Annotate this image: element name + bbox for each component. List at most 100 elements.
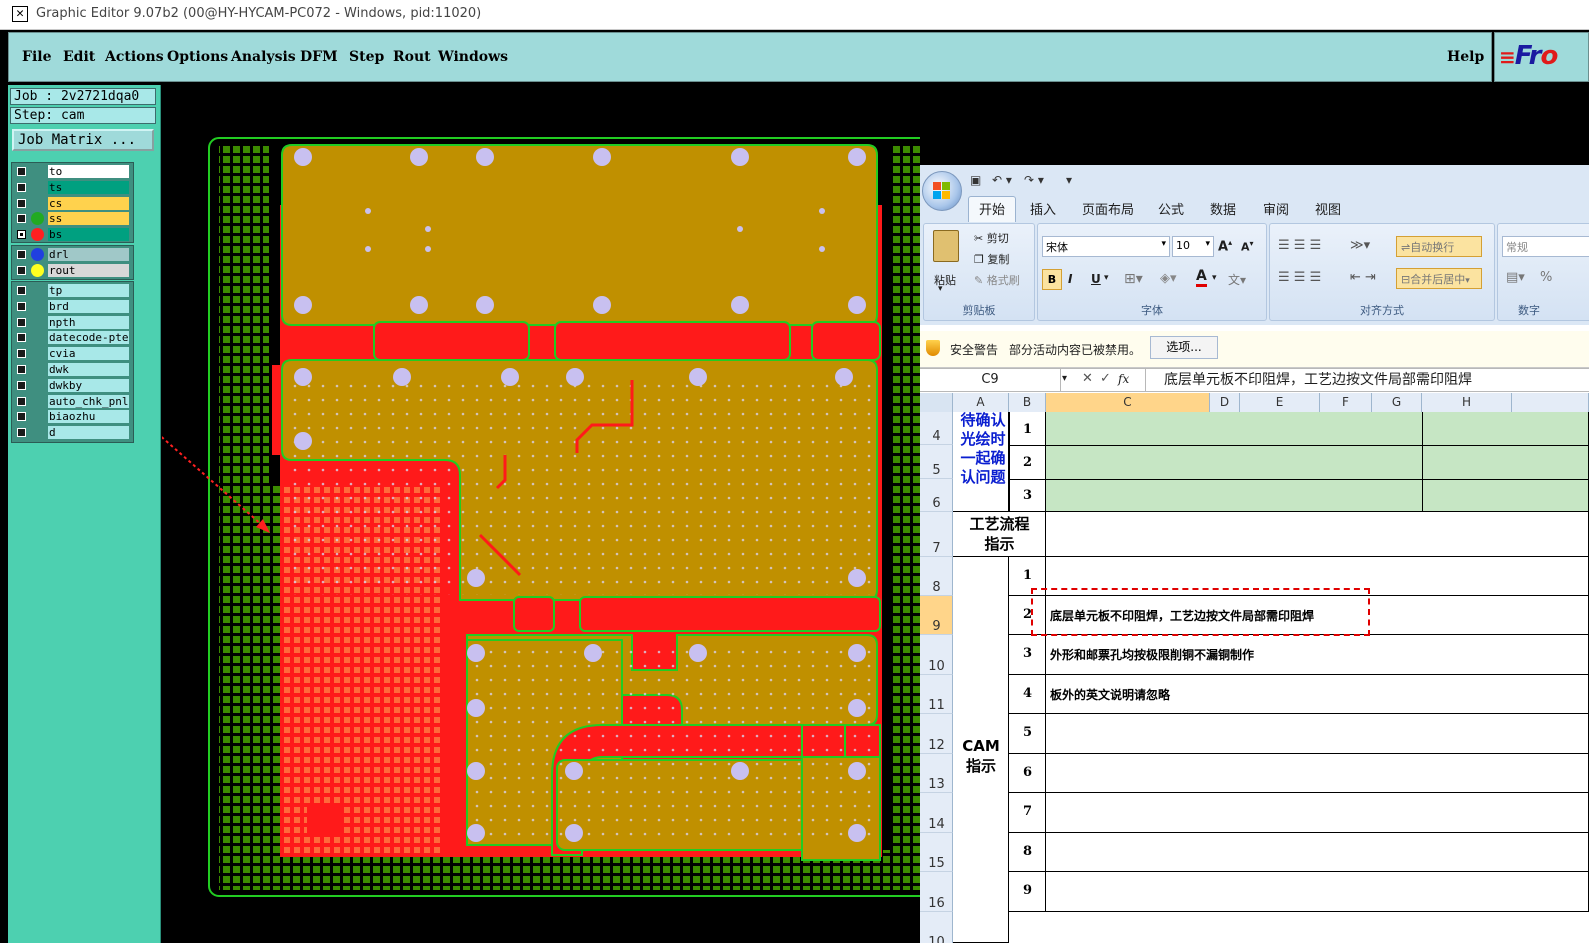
- redo-icon[interactable]: ↷ ▾: [1024, 173, 1044, 187]
- menu-help[interactable]: Help: [1447, 49, 1484, 65]
- undo-icon[interactable]: ↶ ▾: [992, 173, 1012, 187]
- italic-button[interactable]: I: [1068, 272, 1072, 286]
- tab-review[interactable]: 审阅: [1263, 199, 1289, 218]
- phonetic-icon[interactable]: 文▾: [1228, 271, 1246, 288]
- layer-name[interactable]: auto_chk_pnl: [48, 394, 129, 408]
- tab-insert[interactable]: 插入: [1030, 199, 1056, 218]
- layer-name[interactable]: drl: [48, 248, 129, 261]
- menu-edit[interactable]: Edit: [63, 49, 95, 65]
- merge-center-button[interactable]: ⊟合并后居中▾: [1396, 268, 1482, 289]
- layer-row-drl[interactable]: drl: [12, 247, 133, 262]
- process-value-cell[interactable]: [1046, 512, 1589, 557]
- layer-row-bs[interactable]: bs: [12, 227, 133, 242]
- tab-view[interactable]: 视图: [1315, 199, 1341, 218]
- layer-row-ts[interactable]: ts: [12, 180, 133, 195]
- customize-qat-icon[interactable]: ▾: [1066, 173, 1072, 187]
- tab-home[interactable]: 开始: [968, 196, 1017, 222]
- layer-row-dwkby[interactable]: dwkby: [12, 378, 133, 393]
- layer-row-cvia[interactable]: cvia: [12, 346, 133, 361]
- office-button[interactable]: [922, 171, 962, 211]
- layer-name[interactable]: to: [48, 165, 129, 178]
- row-header[interactable]: 14: [920, 793, 953, 833]
- layer-row-to[interactable]: to: [12, 164, 133, 179]
- layer-checkbox[interactable]: [17, 428, 26, 438]
- cut-button[interactable]: ✂ 剪切: [974, 230, 1009, 246]
- layer-name[interactable]: d: [48, 426, 129, 440]
- font-color-icon[interactable]: A: [1196, 269, 1207, 287]
- row-header[interactable]: 9: [920, 596, 953, 635]
- layer-checkbox[interactable]: [17, 396, 26, 406]
- col-header-d[interactable]: D: [1210, 393, 1240, 412]
- layer-checkbox[interactable]: [17, 333, 26, 343]
- confirm-entry-icon[interactable]: ✓: [1100, 371, 1111, 386]
- row-header[interactable]: 11: [920, 675, 953, 714]
- layer-row-brd[interactable]: brd: [12, 299, 133, 314]
- formula-input[interactable]: 底层单元板不印阻焊，工艺边按文件局部需印阻焊: [1145, 369, 1589, 391]
- layer-checkbox[interactable]: [17, 380, 26, 390]
- col-header-g[interactable]: G: [1372, 393, 1422, 412]
- fill-color-icon[interactable]: ◈▾: [1160, 271, 1177, 286]
- function-icon[interactable]: fx: [1118, 372, 1129, 386]
- row-header[interactable]: 7: [920, 512, 953, 557]
- row-header[interactable]: 4: [920, 412, 953, 445]
- layer-row-cs[interactable]: cs: [12, 196, 133, 211]
- currency-icon[interactable]: ▤▾: [1506, 270, 1525, 285]
- tab-data[interactable]: 数据: [1210, 199, 1236, 218]
- layer-name[interactable]: cvia: [48, 347, 129, 361]
- menu-step[interactable]: Step: [349, 49, 384, 65]
- layer-name[interactable]: biaozhu: [48, 410, 129, 424]
- col-header-e[interactable]: E: [1240, 393, 1320, 412]
- col-header-a[interactable]: A: [953, 393, 1009, 412]
- layer-name[interactable]: rout: [48, 263, 129, 277]
- layer-row-ss[interactable]: ss: [12, 211, 133, 226]
- cancel-entry-icon[interactable]: ✕: [1082, 371, 1093, 386]
- layer-checkbox[interactable]: [17, 301, 26, 311]
- tab-formulas[interactable]: 公式: [1158, 199, 1184, 218]
- shrink-font-icon[interactable]: A▾: [1241, 239, 1254, 254]
- orientation-icon[interactable]: ≫▾: [1350, 238, 1370, 253]
- layer-row-biaozhu[interactable]: biaozhu: [12, 409, 133, 424]
- menu-actions[interactable]: Actions: [105, 49, 164, 65]
- cam-item-cell[interactable]: 外形和邮票孔均按极限削铜不漏铜制作: [1046, 635, 1589, 675]
- col-header-f[interactable]: F: [1320, 393, 1372, 412]
- indent-icon[interactable]: ⇤ ⇥: [1350, 270, 1376, 285]
- cam-item-cell[interactable]: [1046, 754, 1589, 793]
- layer-row-d[interactable]: d: [12, 425, 133, 440]
- graphic-canvas[interactable]: [162, 85, 920, 943]
- layer-checkbox[interactable]: [17, 265, 26, 275]
- row-header[interactable]: 8: [920, 557, 953, 596]
- layer-checkbox[interactable]: [17, 167, 26, 176]
- job-matrix-button[interactable]: Job Matrix ...: [12, 129, 154, 151]
- layer-name[interactable]: ss: [48, 212, 129, 226]
- align-top-icon[interactable]: ☰ ☰ ☰: [1278, 238, 1321, 253]
- cam-item-cell[interactable]: [1046, 793, 1589, 833]
- tab-page-layout[interactable]: 页面布局: [1082, 199, 1134, 218]
- layer-name[interactable]: cs: [48, 196, 129, 210]
- layer-row-tp[interactable]: tp: [12, 283, 133, 298]
- layer-checkbox[interactable]: [17, 250, 26, 259]
- cam-item-cell[interactable]: 板外的英文说明请忽略: [1046, 675, 1589, 714]
- layer-row-rout[interactable]: rout: [12, 263, 133, 278]
- menu-analysis[interactable]: Analysis: [231, 49, 296, 65]
- layer-checkbox[interactable]: [17, 349, 26, 359]
- wrap-text-button[interactable]: ⇌自动换行: [1396, 236, 1482, 257]
- cam-num-cell[interactable]: 8: [1009, 833, 1046, 872]
- font-color-dropdown-icon[interactable]: ▾: [1212, 273, 1217, 283]
- row-header[interactable]: 10: [920, 912, 953, 943]
- layer-checkbox[interactable]: [17, 286, 26, 295]
- row-header[interactable]: 10: [920, 635, 953, 675]
- paste-icon[interactable]: [933, 230, 959, 262]
- col-header-c[interactable]: C: [1046, 393, 1210, 412]
- layer-row-npth[interactable]: npth: [12, 315, 133, 330]
- layer-name[interactable]: tp: [48, 284, 129, 297]
- number-format-select[interactable]: 常规: [1502, 236, 1589, 257]
- font-name-select[interactable]: 宋体 ▾: [1042, 236, 1170, 257]
- cam-num-cell[interactable]: 3: [1009, 635, 1046, 675]
- underline-dropdown-icon[interactable]: ▾: [1104, 273, 1109, 283]
- cam-num-cell[interactable]: 6: [1009, 754, 1046, 793]
- borders-icon[interactable]: ⊞▾: [1124, 271, 1143, 287]
- cam-num-cell[interactable]: 5: [1009, 714, 1046, 754]
- layer-name[interactable]: dwk: [48, 363, 129, 376]
- confirm-block[interactable]: [1046, 412, 1423, 512]
- row-header[interactable]: 6: [920, 479, 953, 512]
